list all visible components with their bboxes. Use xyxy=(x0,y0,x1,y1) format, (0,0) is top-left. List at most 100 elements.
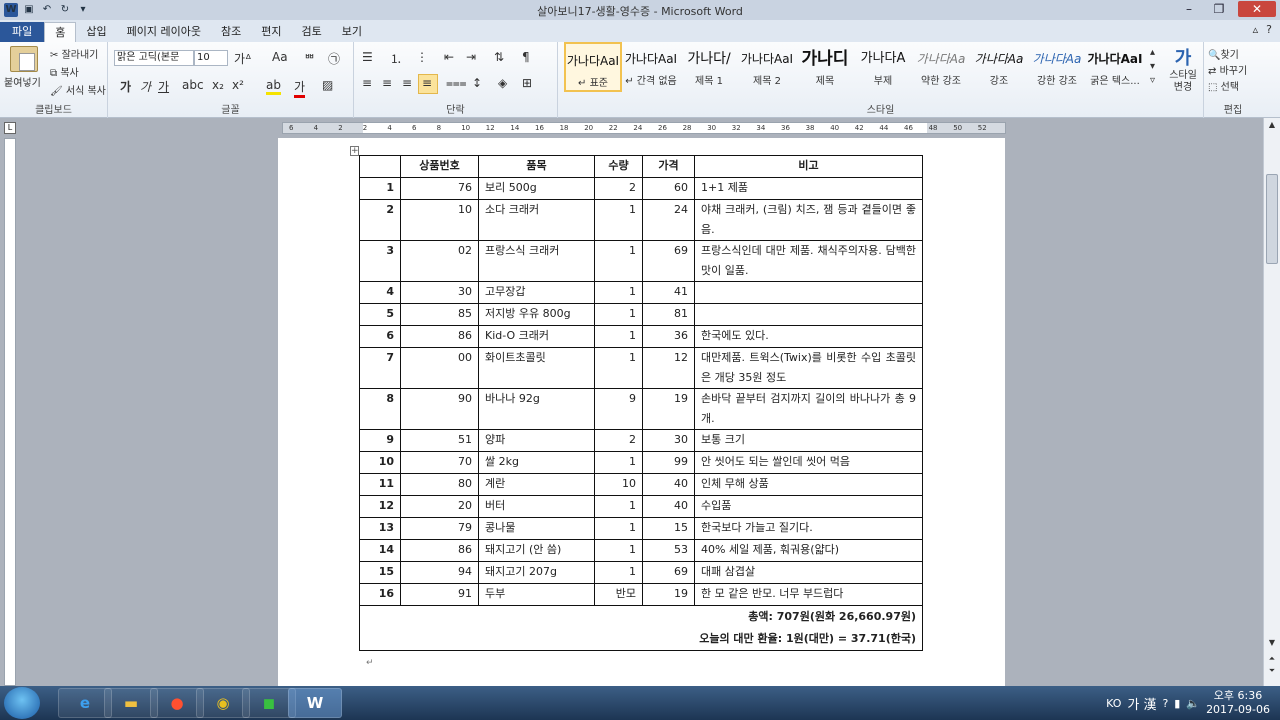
bullets-icon[interactable]: ☰ xyxy=(362,50,373,64)
cell-num[interactable]: 11 xyxy=(359,473,401,496)
cell-item[interactable]: 양파 xyxy=(478,429,595,452)
phonetic-icon[interactable]: ᄈ xyxy=(304,50,315,67)
sort-icon[interactable]: ⇅ xyxy=(494,50,504,64)
total-cell[interactable]: 총액: 707원(원화 26,660.97원) 오늘의 대만 환율: 1원(대만… xyxy=(359,605,923,651)
align-center-icon[interactable]: ≡ xyxy=(382,76,392,90)
language-indicator[interactable]: KO xyxy=(1106,697,1121,710)
cell-item[interactable]: Kid-O 크래커 xyxy=(478,325,595,348)
show-marks-icon[interactable]: ¶ xyxy=(522,50,530,64)
find-button[interactable]: 🔍찾기 xyxy=(1208,46,1239,61)
cell-code[interactable]: 10 xyxy=(400,199,479,241)
cell-code[interactable]: 70 xyxy=(400,451,479,474)
cell-price[interactable]: 81 xyxy=(642,303,695,326)
cell-price[interactable]: 15 xyxy=(642,517,695,540)
cell-note[interactable]: 손바닥 끝부터 검지까지 길이의 바나나가 총 9개. xyxy=(694,388,923,430)
cell-item[interactable]: 두부 xyxy=(478,583,595,606)
cell-item[interactable]: 화이트초콜릿 xyxy=(478,347,595,389)
cell-code[interactable]: 76 xyxy=(400,177,479,200)
cell-price[interactable]: 36 xyxy=(642,325,695,348)
cell-price[interactable]: 69 xyxy=(642,561,695,584)
cell-item[interactable]: 돼지고기 (안 씀) xyxy=(478,539,595,562)
style-normal[interactable]: 가나다AaI ↵ 표준 xyxy=(564,42,622,92)
cell-qty[interactable]: 9 xyxy=(594,388,643,430)
copy-button[interactable]: ⧉ 복사 xyxy=(50,64,79,79)
style-emphasis[interactable]: 가나다Aa 강조 xyxy=(970,42,1028,92)
tab-selector-icon[interactable]: L xyxy=(4,122,16,134)
cell-item[interactable]: 계란 xyxy=(478,473,595,496)
cell-item[interactable]: 콩나물 xyxy=(478,517,595,540)
paste-icon[interactable] xyxy=(10,46,38,72)
cell-code[interactable]: 79 xyxy=(400,517,479,540)
cell-price[interactable]: 12 xyxy=(642,347,695,389)
cell-num[interactable]: 2 xyxy=(359,199,401,241)
cell-code[interactable]: 00 xyxy=(400,347,479,389)
bold-button[interactable]: 가 xyxy=(120,78,131,95)
cell-code[interactable]: 20 xyxy=(400,495,479,518)
cell-price[interactable]: 30 xyxy=(642,429,695,452)
cell-note[interactable]: 야채 크래커, (크림) 치즈, 잼 등과 곁들이면 좋음. xyxy=(694,199,923,241)
increase-indent-icon[interactable]: ⇥ xyxy=(466,50,476,64)
cell-note[interactable] xyxy=(694,303,923,326)
char-shading-icon[interactable]: ▨ xyxy=(322,78,333,92)
tab-page-layout[interactable]: 페이지 레이아웃 xyxy=(117,22,211,42)
shading-icon[interactable]: ◈ xyxy=(498,76,507,90)
clock[interactable]: 오후 6:36 2017-09-06 xyxy=(1206,689,1270,717)
cell-item[interactable]: 소다 크래커 xyxy=(478,199,595,241)
cell-note[interactable] xyxy=(694,281,923,304)
cell-qty[interactable]: 1 xyxy=(594,539,643,562)
prev-page-icon[interactable]: ⏶ xyxy=(1264,654,1280,664)
minimize-ribbon-icon[interactable]: ▵ xyxy=(1253,23,1259,36)
grow-font-icon[interactable]: 가ᐞ xyxy=(234,50,252,67)
word-taskbar-icon[interactable]: W xyxy=(288,688,342,718)
cell-price[interactable]: 53 xyxy=(642,539,695,562)
cell-code[interactable]: 80 xyxy=(400,473,479,496)
cell-qty[interactable]: 1 xyxy=(594,240,643,282)
tab-review[interactable]: 검토 xyxy=(291,22,331,42)
cell-note[interactable]: 인체 무해 상품 xyxy=(694,473,923,496)
cell-qty[interactable]: 1 xyxy=(594,451,643,474)
cell-qty[interactable]: 10 xyxy=(594,473,643,496)
cell-item[interactable]: 쌀 2kg xyxy=(478,451,595,474)
cell-num[interactable]: 7 xyxy=(359,347,401,389)
cell-note[interactable]: 수입품 xyxy=(694,495,923,518)
cell-price[interactable]: 24 xyxy=(642,199,695,241)
cell-note[interactable]: 보통 크기 xyxy=(694,429,923,452)
font-name-box[interactable]: 맑은 고딕(본문 xyxy=(114,50,194,66)
scroll-up-icon[interactable]: ▲ xyxy=(1264,120,1280,129)
font-color-icon[interactable]: 가 xyxy=(294,78,306,98)
cell-price[interactable]: 60 xyxy=(642,177,695,200)
numbering-icon[interactable]: ⒈ xyxy=(390,50,402,67)
cell-qty[interactable]: 1 xyxy=(594,281,643,304)
style-title[interactable]: 가나디 제목 xyxy=(796,42,854,92)
cell-note[interactable]: 한국에도 있다. xyxy=(694,325,923,348)
styles-scroll-icon[interactable]: ▴ ▾ ▿ xyxy=(1150,46,1155,88)
replace-button[interactable]: ⇄ 바꾸기 xyxy=(1208,62,1247,77)
justify-icon[interactable]: ≡ xyxy=(422,76,432,90)
receipt-table[interactable]: 상품번호 품목 수량 가격 비고 1 76 보리 500g 2 60 1+1 제품 2 10 소… xyxy=(359,155,923,651)
cell-note[interactable]: 안 씻어도 되는 쌀인데 씻어 먹음 xyxy=(694,451,923,474)
cell-qty[interactable]: 2 xyxy=(594,177,643,200)
tab-insert[interactable]: 삽입 xyxy=(76,22,116,42)
tab-references[interactable]: 참조 xyxy=(211,22,251,42)
cell-item[interactable]: 보리 500g xyxy=(478,177,595,200)
cell-note[interactable]: 한 모 같은 반모. 너무 부드럽다 xyxy=(694,583,923,606)
cell-qty[interactable]: 1 xyxy=(594,325,643,348)
align-right-icon[interactable]: ≡ xyxy=(402,76,412,90)
subscript-icon[interactable]: x₂ xyxy=(212,78,224,92)
cell-qty[interactable]: 2 xyxy=(594,429,643,452)
help-tray-icon[interactable]: ? xyxy=(1162,697,1168,710)
cell-price[interactable]: 40 xyxy=(642,473,695,496)
cell-note[interactable]: 1+1 제품 xyxy=(694,177,923,200)
strikethrough-icon[interactable]: abc xyxy=(182,78,204,92)
style-heading-2[interactable]: 가나다AaI 제목 2 xyxy=(738,42,796,92)
align-left-icon[interactable]: ≡ xyxy=(362,76,372,90)
cell-item[interactable]: 프랑스식 크래커 xyxy=(478,240,595,282)
highlight-icon[interactable]: ab xyxy=(266,78,281,95)
cut-button[interactable]: ✂ 잘라내기 xyxy=(50,46,98,61)
cell-item[interactable]: 저지방 우유 800g xyxy=(478,303,595,326)
cell-num[interactable]: 13 xyxy=(359,517,401,540)
style-subtitle[interactable]: 가나다A 부제 xyxy=(854,42,912,92)
style-no-spacing[interactable]: 가나다AaI ↵ 간격 없음 xyxy=(622,42,680,92)
cell-qty[interactable]: 1 xyxy=(594,517,643,540)
cell-price[interactable]: 19 xyxy=(642,583,695,606)
